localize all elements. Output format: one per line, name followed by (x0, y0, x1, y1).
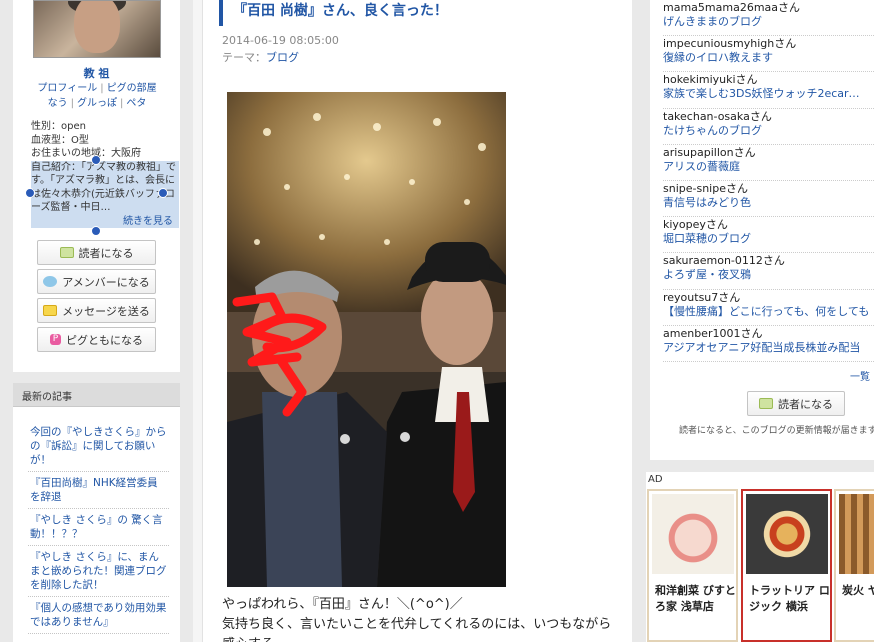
profile-links: プロフィール | ピグの部屋 なう | グルっぽ | ペタ (37, 83, 157, 109)
reader-item: reyoutsu7さん 【慢性腰痛】どこに行っても、何をしても (663, 290, 874, 326)
post-title[interactable]: 『百田 尚樹』さん、良く言った！ (219, 0, 619, 26)
intro-text: 自己紹介：「アズマ教の教祖」です。「アズマラ教」とは、会長には佐々木恭介(元近鉄… (31, 161, 176, 214)
reader-blog-link[interactable]: げんきままのブログ (663, 15, 874, 29)
post-theme: テーマ：ブログ (222, 51, 299, 64)
intro-more-link[interactable]: 続きを見る (31, 215, 179, 229)
profile-link[interactable]: プロフィール (37, 83, 97, 94)
ad-label: AD (648, 474, 663, 485)
sidebar-become-reader-button[interactable]: 読者になる (747, 391, 845, 416)
selection-handle[interactable] (25, 188, 35, 198)
ad-card[interactable]: 和洋創菜 びすとろ家 浅草店 (647, 489, 738, 642)
reader-name[interactable]: takechan-osakaさん (663, 110, 874, 124)
recent-post-link[interactable]: 『やしき さくら』に、まんまと嵌められた！関連ブログを削除した訳！ (28, 546, 169, 597)
profile-name[interactable]: 教 祖 (13, 65, 180, 81)
reader-name[interactable]: hokekimiyukiさん (663, 73, 874, 87)
reader-item: impecuniousmyhighさん 復縁のイロハ教えます (663, 36, 874, 73)
recent-posts-heading: 最新の記事 (13, 383, 180, 407)
selection-handle[interactable] (91, 155, 101, 165)
ad-skewer-image (839, 494, 874, 574)
selection-handle[interactable] (158, 188, 168, 198)
post-body-line: やっぱわれら、『百田』さん！＼(^o^)／ (222, 597, 463, 612)
reader-item: kiyopeyさん 堀口菜穂のブログ (663, 217, 874, 254)
theme-link[interactable]: ブログ (266, 51, 299, 64)
recent-post-link[interactable]: 『個人の感想であり効用効果ではありません』 (28, 597, 169, 634)
photo-illustration (227, 92, 506, 587)
reader-name[interactable]: impecuniousmyhighさん (663, 37, 874, 51)
ad-food-image (652, 494, 734, 574)
reader-blog-link[interactable]: 堀口菜穂のブログ (663, 232, 874, 246)
pig-room-link[interactable]: ピグの部屋 (107, 83, 157, 94)
reader-name[interactable]: snipe-snipeさん (663, 182, 874, 196)
reader-item: takechan-osakaさん たけちゃんのブログ (663, 109, 874, 145)
ad-card-text: 和洋創菜 びすとろ家 浅草店 (655, 584, 736, 613)
post-date: 2014-06-19 08:05:00 (222, 34, 339, 47)
reader-icon (59, 247, 74, 258)
article-column: 『百田 尚樹』さん、良く言った！ 2014-06-19 08:05:00 テーマ… (193, 0, 632, 642)
column-divider (193, 0, 203, 642)
reader-blog-link[interactable]: よろず屋・夜叉鴉 (663, 268, 874, 282)
reader-list-more-link[interactable]: 一覧 (850, 368, 870, 383)
ad-pizza-image (746, 494, 828, 574)
reader-icon (759, 398, 773, 409)
selection-handle[interactable] (91, 226, 101, 236)
reader-item: amenber1001さん アジアオセアニア好配当成長株並み配当 (663, 326, 874, 362)
gender-text: 性別：open (31, 121, 86, 132)
blood-type-text: 血液型：O型 (31, 134, 89, 146)
profile-intro[interactable]: 自己紹介：「アズマ教の教祖」です。「アズマラ教」とは、会長には佐々木恭介(元近鉄… (31, 160, 179, 229)
reader-name[interactable]: amenber1001さん (663, 327, 874, 341)
reader-blog-link[interactable]: アリスの薔薇庭 (663, 160, 874, 174)
recent-post-link[interactable]: 『百田尚樹』NHK経営委員 を辞退 (28, 472, 169, 509)
reader-item: arisupapillonさん アリスの薔薇庭 (663, 145, 874, 181)
ad-card-text: 炭火 ヤ 伝兵衛 (842, 584, 874, 597)
ad-card[interactable]: 炭火 ヤ 伝兵衛 (834, 489, 874, 642)
left-sidebar: 教 祖 プロフィール | ピグの部屋 なう | グルっぽ | ペタ 性別：open 血液型：… (13, 0, 180, 642)
right-sidebar: mama5mama26maaさん げんきままのブログ impecuniousmyh… (650, 0, 874, 460)
reader-item: sakuraemon-0112さん よろず屋・夜叉鴉 (663, 253, 874, 290)
reader-item: mama5mama26maaさん げんきままのブログ (663, 0, 874, 37)
ad-card-text: トラットリア ロジック 横浜 (749, 584, 830, 613)
location-text: お住まいの地域：大阪府 (31, 148, 141, 159)
reader-item: hokekimiyukiさん 家族で楽しむ3DS妖怪ウォッチ2ecar… (663, 72, 874, 109)
recent-post-link[interactable]: 『やしき さくら』の 驚く言動！！？？ (28, 509, 169, 546)
recent-post-link[interactable]: 今回の『やしきさくら』からの『訴訟』に関してお願いが！ (28, 421, 169, 472)
reader-name[interactable]: reyoutsu7さん (663, 291, 874, 305)
reader-blog-link[interactable]: アジアオセアニア好配当成長株並み配当 (663, 341, 874, 355)
ad-panel: AD 和洋創菜 びすとろ家 浅草店 トラットリア ロジック 横浜 炭火 ヤ 伝兵… (646, 472, 874, 642)
recent-posts-panel: 最新の記事 今回の『やしきさくら』からの『訴訟』に関してお願いが！ 『百田尚樹』… (13, 383, 180, 642)
reader-name[interactable]: mama5mama26maaさん (663, 1, 874, 15)
recent-posts-list: 今回の『やしきさくら』からの『訴訟』に関してお願いが！ 『百田尚樹』NHK経営委… (28, 421, 169, 634)
reader-name[interactable]: arisupapillonさん (663, 146, 874, 160)
become-reader-button[interactable]: 読者になる (37, 240, 156, 265)
pig-icon: P (50, 334, 61, 345)
peta-link[interactable]: ペタ (126, 98, 146, 109)
reader-blog-link[interactable]: 家族で楽しむ3DS妖怪ウォッチ2ecar… (663, 87, 874, 101)
reader-note: 読者になると、このブログの更新情報が届きます (679, 426, 874, 436)
group-link[interactable]: グルっぽ (77, 98, 117, 109)
reader-blog-link[interactable]: 青信号はみどり色 (663, 196, 874, 210)
reader-name[interactable]: kiyopeyさん (663, 218, 874, 232)
mail-icon (43, 305, 58, 316)
post-body-line: 気持ち良く、言いたいことを代弁してくれるのには、いつもながら感心する。 (222, 617, 612, 642)
ad-card[interactable]: トラットリア ロジック 横浜 (741, 489, 832, 642)
become-pig-friend-button[interactable]: P ピグともになる (37, 327, 156, 352)
reader-list: mama5mama26maaさん げんきままのブログ impecuniousmyh… (663, 0, 874, 362)
profile-panel: 教 祖 プロフィール | ピグの部屋 なう | グルっぽ | ペタ 性別：open 血液型：… (13, 0, 180, 372)
reader-blog-link[interactable]: 復縁のイロハ教えます (663, 51, 874, 65)
profile-info: 性別：open 血液型：O型 お住まいの地域：大阪府 自己紹介：「アズマ教の教祖… (31, 120, 179, 228)
now-link[interactable]: なう (48, 98, 68, 109)
become-amember-button[interactable]: アメンバーになる (37, 269, 156, 294)
reader-blog-link[interactable]: 【慢性腰痛】どこに行っても、何をしても (663, 305, 874, 319)
reader-name[interactable]: sakuraemon-0112さん (663, 254, 874, 268)
post-body: やっぱわれら、『百田』さん！＼(^o^)／ 気持ち良く、言いたいことを代弁してく… (222, 595, 622, 642)
post-photo[interactable] (227, 92, 506, 587)
avatar[interactable] (33, 0, 161, 58)
amember-icon (43, 276, 58, 287)
reader-item: snipe-snipeさん 青信号はみどり色 (663, 181, 874, 218)
send-message-button[interactable]: メッセージを送る (37, 298, 156, 323)
reader-blog-link[interactable]: たけちゃんのブログ (663, 124, 874, 138)
